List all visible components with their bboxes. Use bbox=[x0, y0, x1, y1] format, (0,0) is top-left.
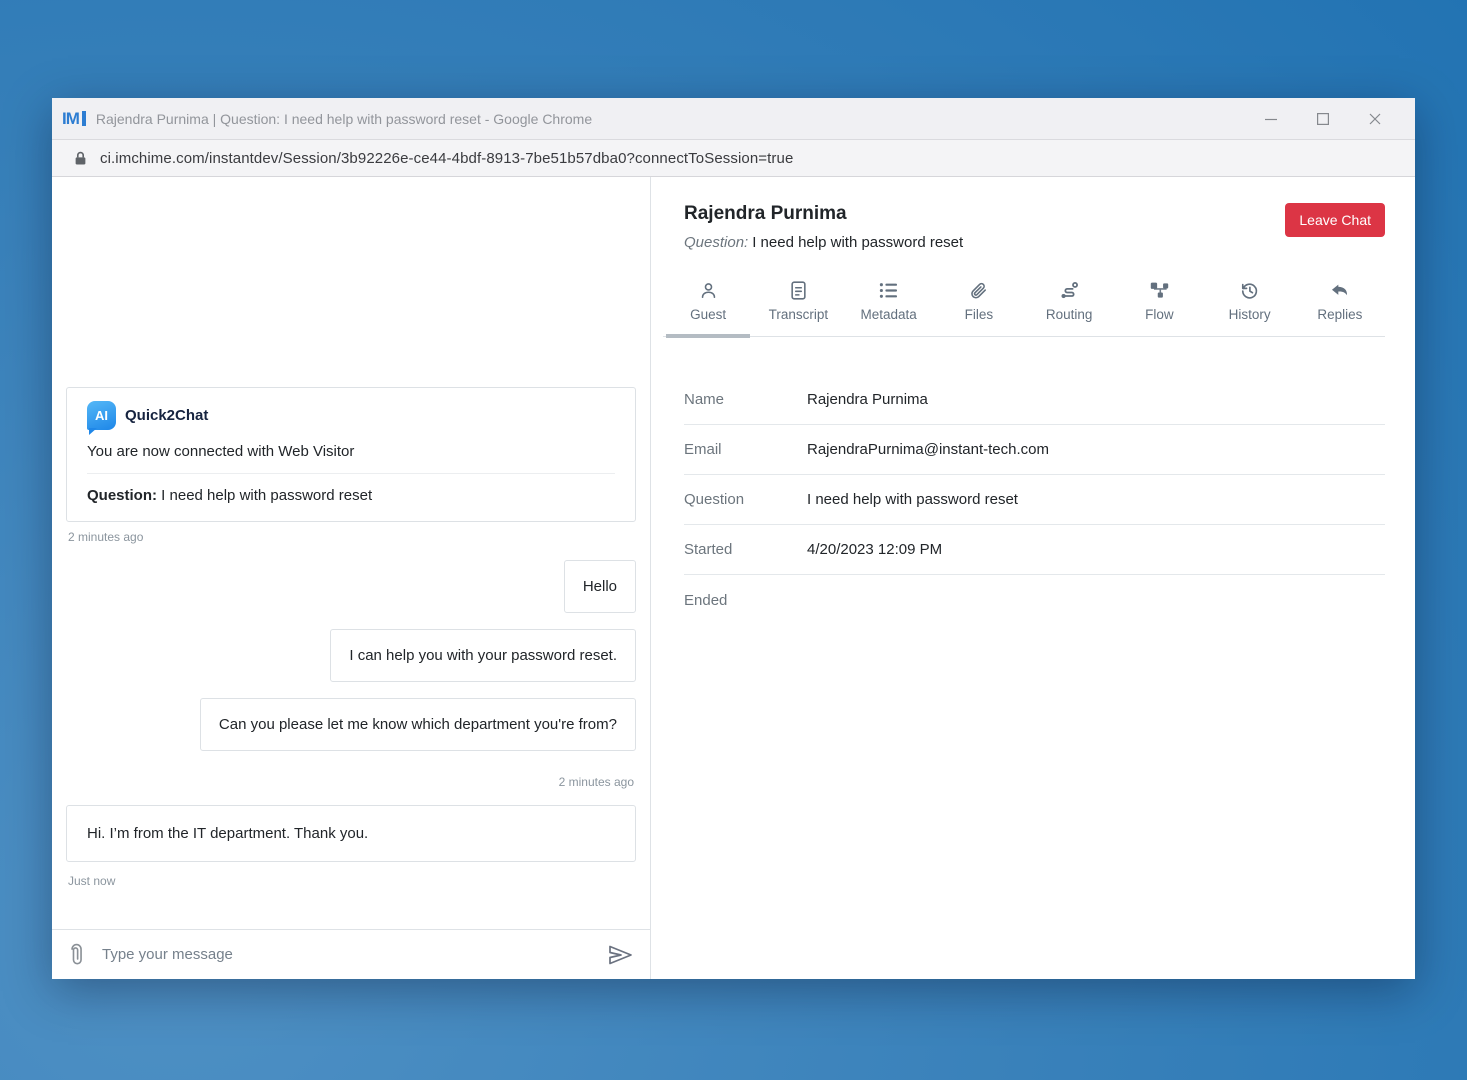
tab-history[interactable]: History bbox=[1205, 278, 1295, 336]
connected-text: You are now connected with Web Visitor bbox=[87, 443, 615, 474]
paperclip-icon bbox=[969, 280, 988, 300]
tab-files[interactable]: Files bbox=[934, 278, 1024, 336]
detail-row-email: Email RajendraPurnima@instant-tech.com bbox=[684, 425, 1385, 475]
ai-chat-bubble-icon: AI bbox=[87, 401, 116, 430]
minimize-button[interactable] bbox=[1245, 104, 1297, 134]
brand-name: Quick2Chat bbox=[125, 407, 208, 424]
url-bar[interactable]: ci.imchime.com/instantdev/Session/3b9222… bbox=[52, 140, 1415, 177]
document-icon bbox=[790, 280, 807, 300]
detail-row-ended: Ended bbox=[684, 575, 1385, 625]
guest-info-panel: Rajendra Purnima Question:I need help wi… bbox=[651, 177, 1415, 979]
visitor-message: Hi. I’m from the IT department. Thank yo… bbox=[66, 805, 636, 862]
timestamp: 2 minutes ago bbox=[68, 530, 634, 544]
timestamp: 2 minutes ago bbox=[68, 775, 634, 789]
maximize-button[interactable] bbox=[1297, 104, 1349, 134]
browser-window: IM Rajendra Purnima | Question: I need h… bbox=[52, 98, 1415, 979]
title-bar: IM Rajendra Purnima | Question: I need h… bbox=[52, 98, 1415, 140]
agent-message: Can you please let me know which departm… bbox=[200, 698, 636, 751]
window-title: Rajendra Purnima | Question: I need help… bbox=[96, 111, 1245, 127]
guest-question-line: Question:I need help with password reset bbox=[684, 234, 963, 251]
question-text: I need help with password reset bbox=[752, 234, 963, 251]
detail-row-started: Started 4/20/2023 12:09 PM bbox=[684, 525, 1385, 575]
history-icon bbox=[1240, 280, 1259, 300]
guest-name: Rajendra Purnima bbox=[684, 203, 963, 225]
tab-replies[interactable]: Replies bbox=[1295, 278, 1385, 336]
question-label: Question: bbox=[87, 487, 157, 504]
message-composer bbox=[52, 929, 650, 979]
message-list: AI Quick2Chat You are now connected with… bbox=[52, 177, 650, 929]
detail-row-name: Name Rajendra Purnima bbox=[684, 375, 1385, 425]
list-icon bbox=[879, 280, 898, 300]
tab-bar: Guest Transcript bbox=[663, 278, 1385, 337]
tab-guest[interactable]: Guest bbox=[663, 278, 753, 336]
agent-message: I can help you with your password reset. bbox=[330, 629, 636, 682]
timestamp: Just now bbox=[68, 874, 634, 888]
tab-routing[interactable]: Routing bbox=[1024, 278, 1114, 336]
question-line: Question: I need help with password rese… bbox=[87, 487, 615, 504]
tab-transcript[interactable]: Transcript bbox=[753, 278, 843, 336]
im-logo-icon: IM bbox=[62, 109, 86, 129]
lock-icon bbox=[74, 151, 87, 166]
paperclip-icon[interactable] bbox=[68, 941, 86, 968]
chat-panel: AI Quick2Chat You are now connected with… bbox=[52, 177, 650, 979]
question-text: I need help with password reset bbox=[161, 487, 372, 504]
tab-flow[interactable]: Flow bbox=[1114, 278, 1204, 336]
question-label: Question: bbox=[684, 234, 748, 251]
message-input[interactable] bbox=[102, 946, 590, 963]
system-message-card: AI Quick2Chat You are now connected with… bbox=[66, 387, 636, 522]
tab-metadata[interactable]: Metadata bbox=[844, 278, 934, 336]
guest-details-table: Name Rajendra Purnima Email RajendraPurn… bbox=[684, 375, 1385, 625]
address-url[interactable]: ci.imchime.com/instantdev/Session/3b9222… bbox=[100, 150, 793, 167]
leave-chat-button[interactable]: Leave Chat bbox=[1285, 203, 1385, 237]
send-icon[interactable] bbox=[606, 944, 634, 966]
agent-message: Hello bbox=[564, 560, 636, 613]
flow-icon bbox=[1150, 280, 1169, 300]
reply-icon bbox=[1330, 280, 1349, 300]
user-icon bbox=[699, 280, 718, 300]
close-button[interactable] bbox=[1349, 104, 1401, 134]
route-icon bbox=[1060, 280, 1079, 300]
detail-row-question: Question I need help with password reset bbox=[684, 475, 1385, 525]
